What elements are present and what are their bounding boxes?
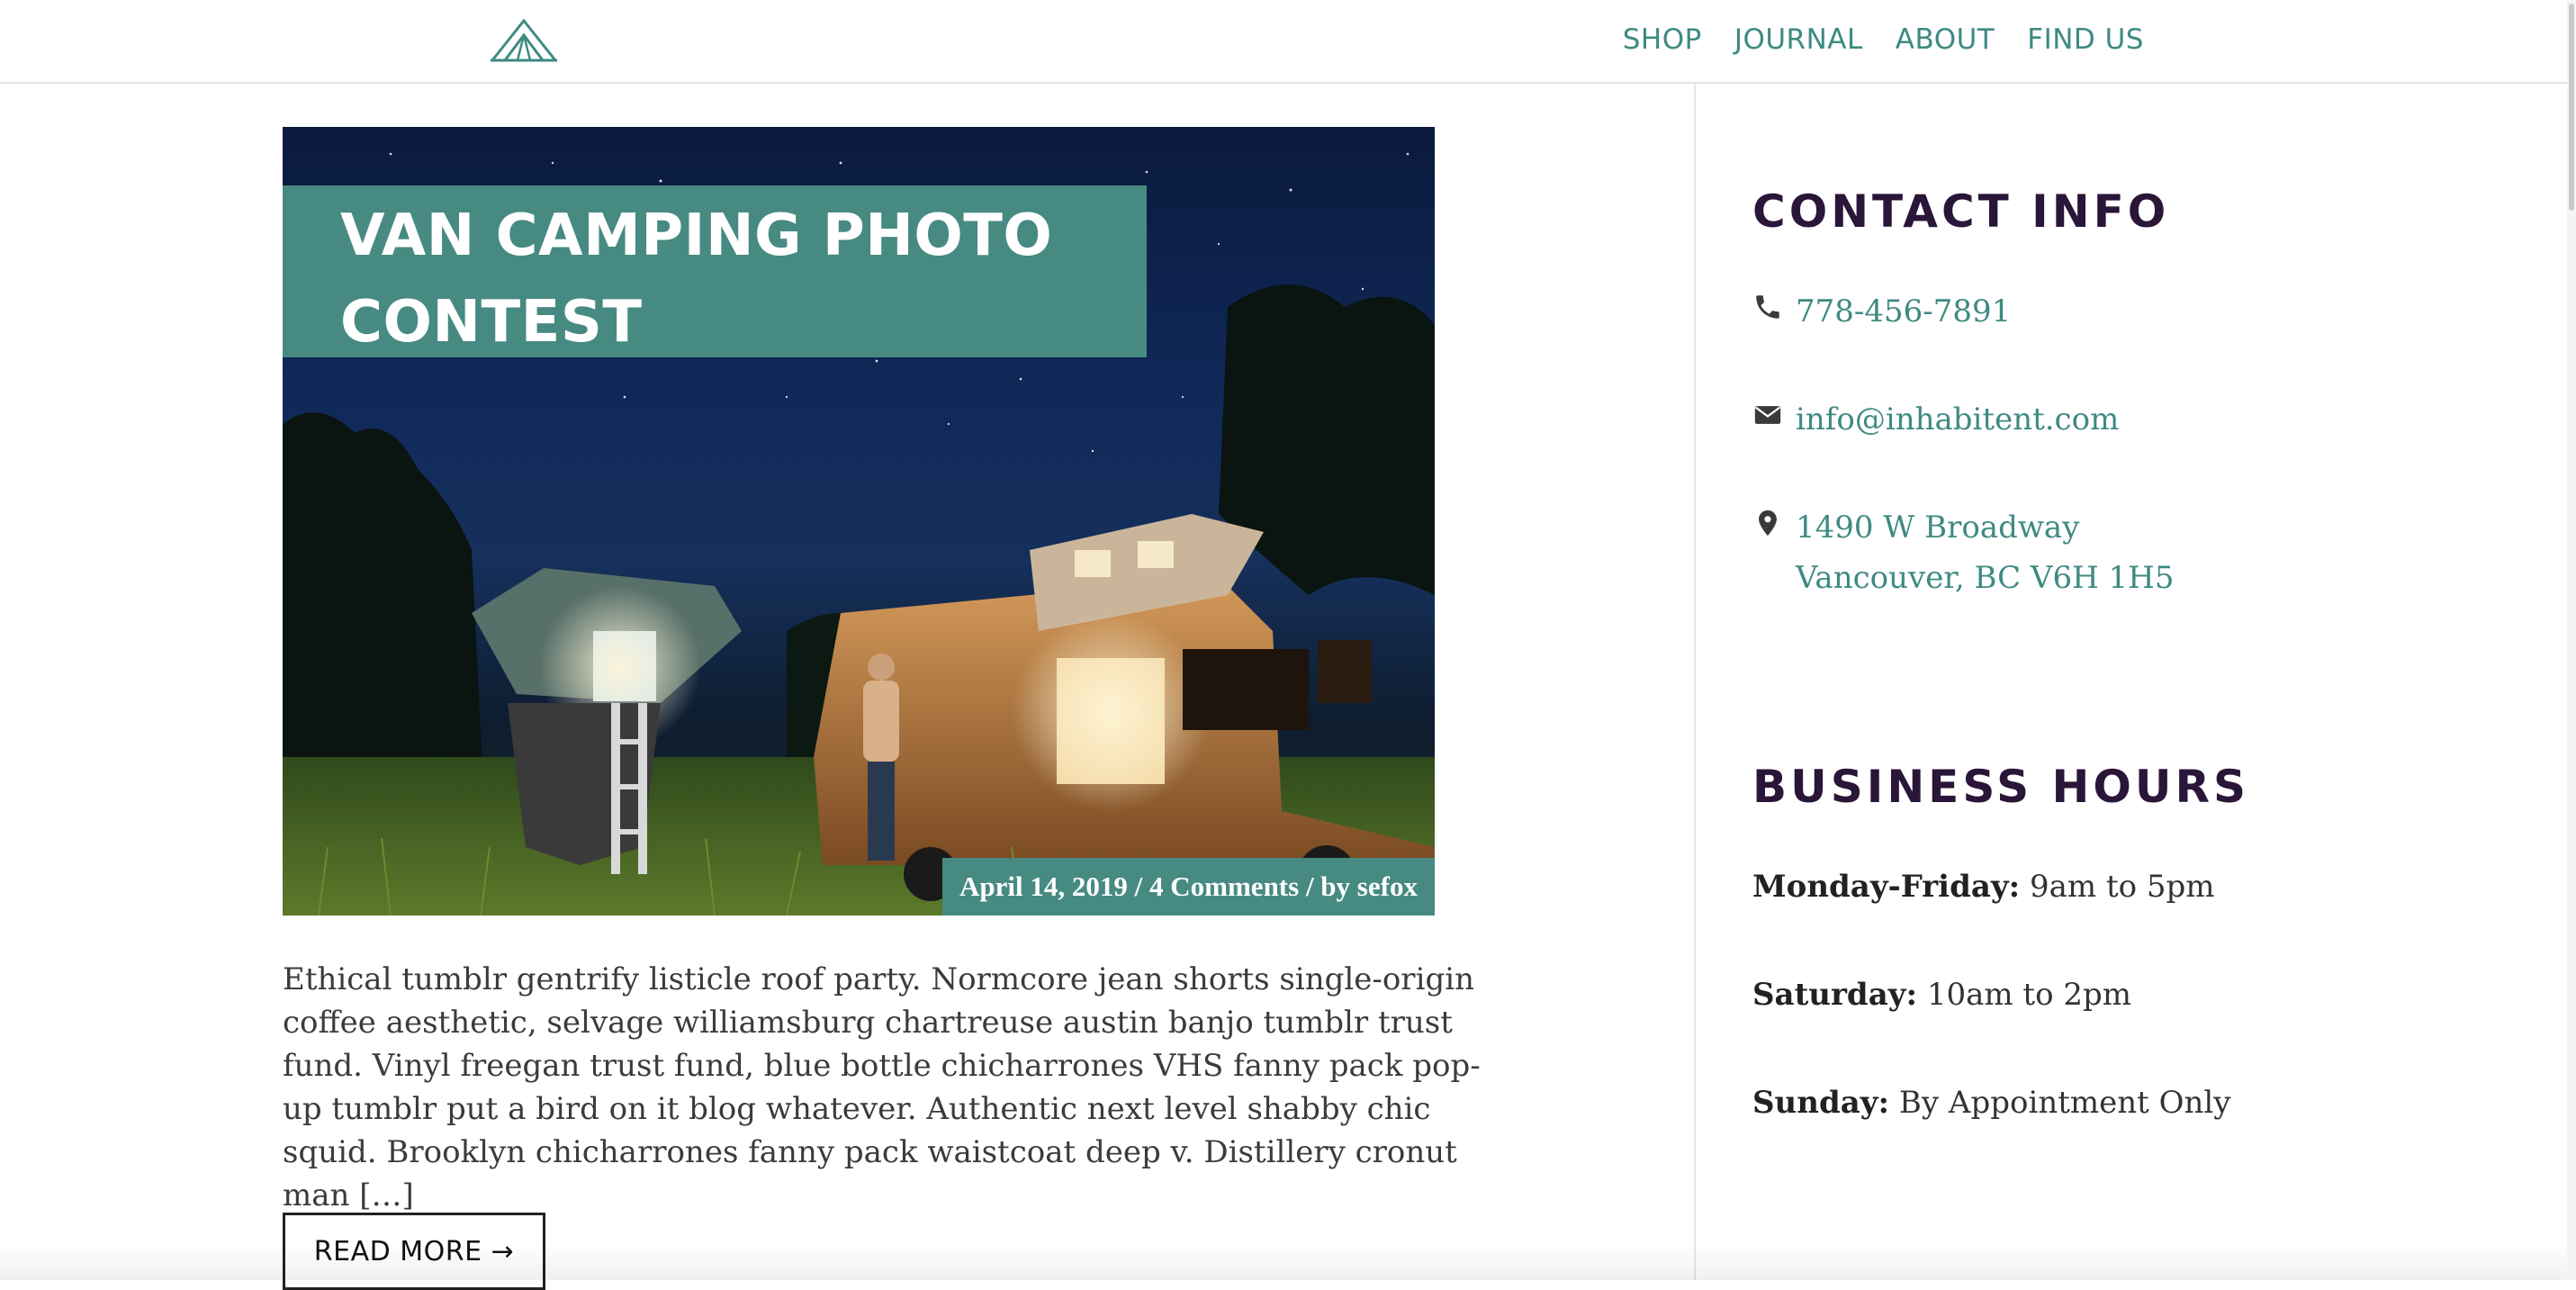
hours-time: 9am to 5pm xyxy=(2020,869,2215,905)
address-line2[interactable]: Vancouver, BC V6H 1H5 xyxy=(1796,553,2174,603)
hours-day: Sunday: xyxy=(1752,1085,1890,1121)
contact-address: 1490 W Broadway Vancouver, BC V6H 1H5 xyxy=(1752,502,2174,603)
post-meta: April 14, 2019 / 4 Comments / by sefox xyxy=(942,858,1435,916)
hours-time: By Appointment Only xyxy=(1889,1085,2231,1121)
post-title[interactable]: VAN CAMPING PHOTO CONTEST xyxy=(340,185,1147,365)
hours-time: 10am to 2pm xyxy=(1917,977,2132,1013)
contact-info-heading: CONTACT INFO xyxy=(1752,185,2170,238)
address-line1[interactable]: 1490 W Broadway xyxy=(1796,502,2174,553)
hours-row: Monday-Friday: 9am to 5pm xyxy=(1752,869,2215,905)
main-nav: SHOP JOURNAL ABOUT FIND US xyxy=(1623,23,2144,56)
hours-row: Saturday: 10am to 2pm xyxy=(1752,977,2131,1013)
read-more-button[interactable]: READ MORE → xyxy=(283,1213,545,1290)
tent-logo-icon[interactable] xyxy=(489,17,559,64)
site-header: SHOP JOURNAL ABOUT FIND US xyxy=(0,0,2576,84)
page-scrollbar[interactable] xyxy=(2567,0,2576,1280)
business-hours-heading: BUSINESS HOURS xyxy=(1752,761,2249,813)
nav-about[interactable]: ABOUT xyxy=(1896,23,1995,56)
scrollbar-thumb[interactable] xyxy=(2569,4,2574,211)
phone-link[interactable]: 778-456-7891 xyxy=(1796,286,2011,337)
nav-shop[interactable]: SHOP xyxy=(1623,23,1702,56)
sidebar-divider xyxy=(1694,84,1696,1280)
contact-phone: 778-456-7891 xyxy=(1752,286,2011,337)
contact-email: info@inhabitent.com xyxy=(1752,394,2119,445)
hours-day: Saturday: xyxy=(1752,977,1918,1013)
nav-find-us[interactable]: FIND US xyxy=(2027,23,2144,56)
address-block: 1490 W Broadway Vancouver, BC V6H 1H5 xyxy=(1796,502,2174,603)
envelope-icon xyxy=(1754,406,1781,424)
email-link[interactable]: info@inhabitent.com xyxy=(1796,394,2119,445)
nav-journal[interactable]: JOURNAL xyxy=(1734,23,1863,56)
hours-day: Monday-Friday: xyxy=(1752,869,2021,905)
post-title-box: VAN CAMPING PHOTO CONTEST xyxy=(283,185,1147,357)
post-excerpt: Ethical tumblr gentrify listicle roof pa… xyxy=(283,961,1481,1213)
hours-row: Sunday: By Appointment Only xyxy=(1752,1085,2231,1121)
map-pin-icon xyxy=(1759,510,1777,537)
phone-icon xyxy=(1756,295,1779,319)
